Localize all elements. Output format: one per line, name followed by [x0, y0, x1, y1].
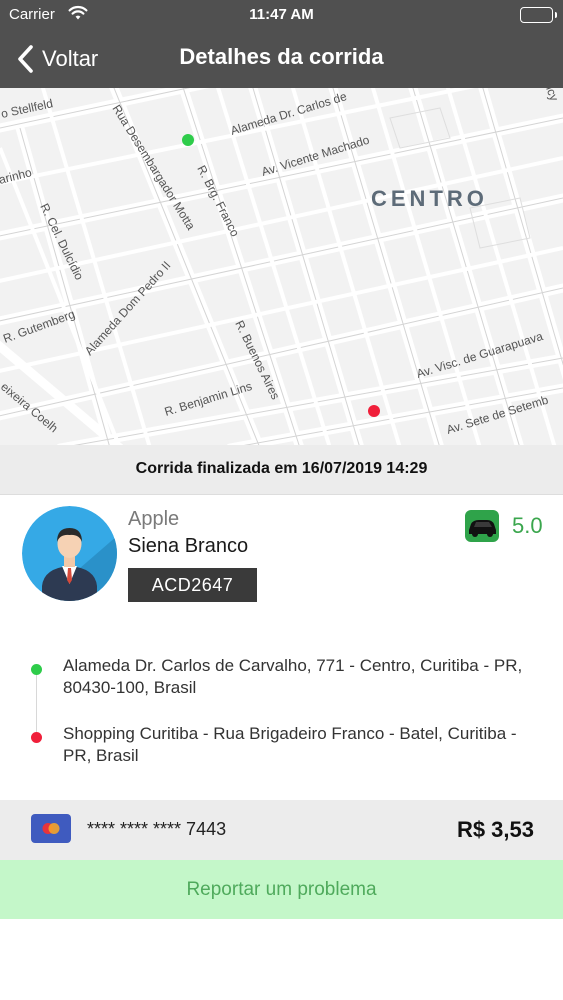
route-map[interactable]: o Stellfeld Alameda Dr. Carlos de Rua De…: [0, 88, 563, 445]
map-street-label: R. Brg. Franco: [194, 163, 242, 239]
driver-avatar-icon: [22, 506, 117, 601]
card-number: **** **** **** 7443: [87, 819, 227, 839]
map-canvas: o Stellfeld Alameda Dr. Carlos de Rua De…: [0, 88, 563, 445]
nav-bar: Voltar Detalhes da corrida: [0, 30, 563, 88]
battery-icon: [520, 7, 557, 23]
driver-car-model: Siena Branco: [128, 535, 249, 557]
mastercard-icon: [31, 814, 71, 843]
map-district-label: CENTRO: [371, 186, 488, 211]
car-icon: [465, 510, 499, 542]
page-title: Detalhes da corrida: [179, 44, 384, 69]
map-street-label: icy: [543, 88, 561, 103]
origin-address: Alameda Dr. Carlos de Carvalho, 771 - Ce…: [63, 656, 523, 697]
map-street-label: arinho: [0, 165, 33, 187]
destination-address: Shopping Curitiba - Rua Brigadeiro Franc…: [63, 724, 517, 765]
driver-rating: 5.0: [512, 513, 543, 538]
report-problem-button[interactable]: Reportar um problema: [0, 860, 563, 919]
ride-price: R$ 3,53: [456, 817, 534, 842]
driver-company: Apple: [128, 508, 180, 530]
status-bar: Carrier 11:47 AM: [0, 0, 563, 30]
origin-pin: [182, 134, 194, 146]
route-connector: [36, 672, 37, 736]
destination-dot-icon: [31, 732, 42, 743]
origin-dot-icon: [31, 664, 42, 675]
status-time: 11:47 AM: [249, 6, 314, 23]
destination-pin: [368, 405, 380, 417]
payment-row: **** **** **** 7443 R$ 3,53: [0, 800, 563, 860]
license-plate: ACD2647: [128, 568, 257, 602]
ride-finished-banner: Corrida finalizada em 16/07/2019 14:29: [0, 445, 563, 495]
